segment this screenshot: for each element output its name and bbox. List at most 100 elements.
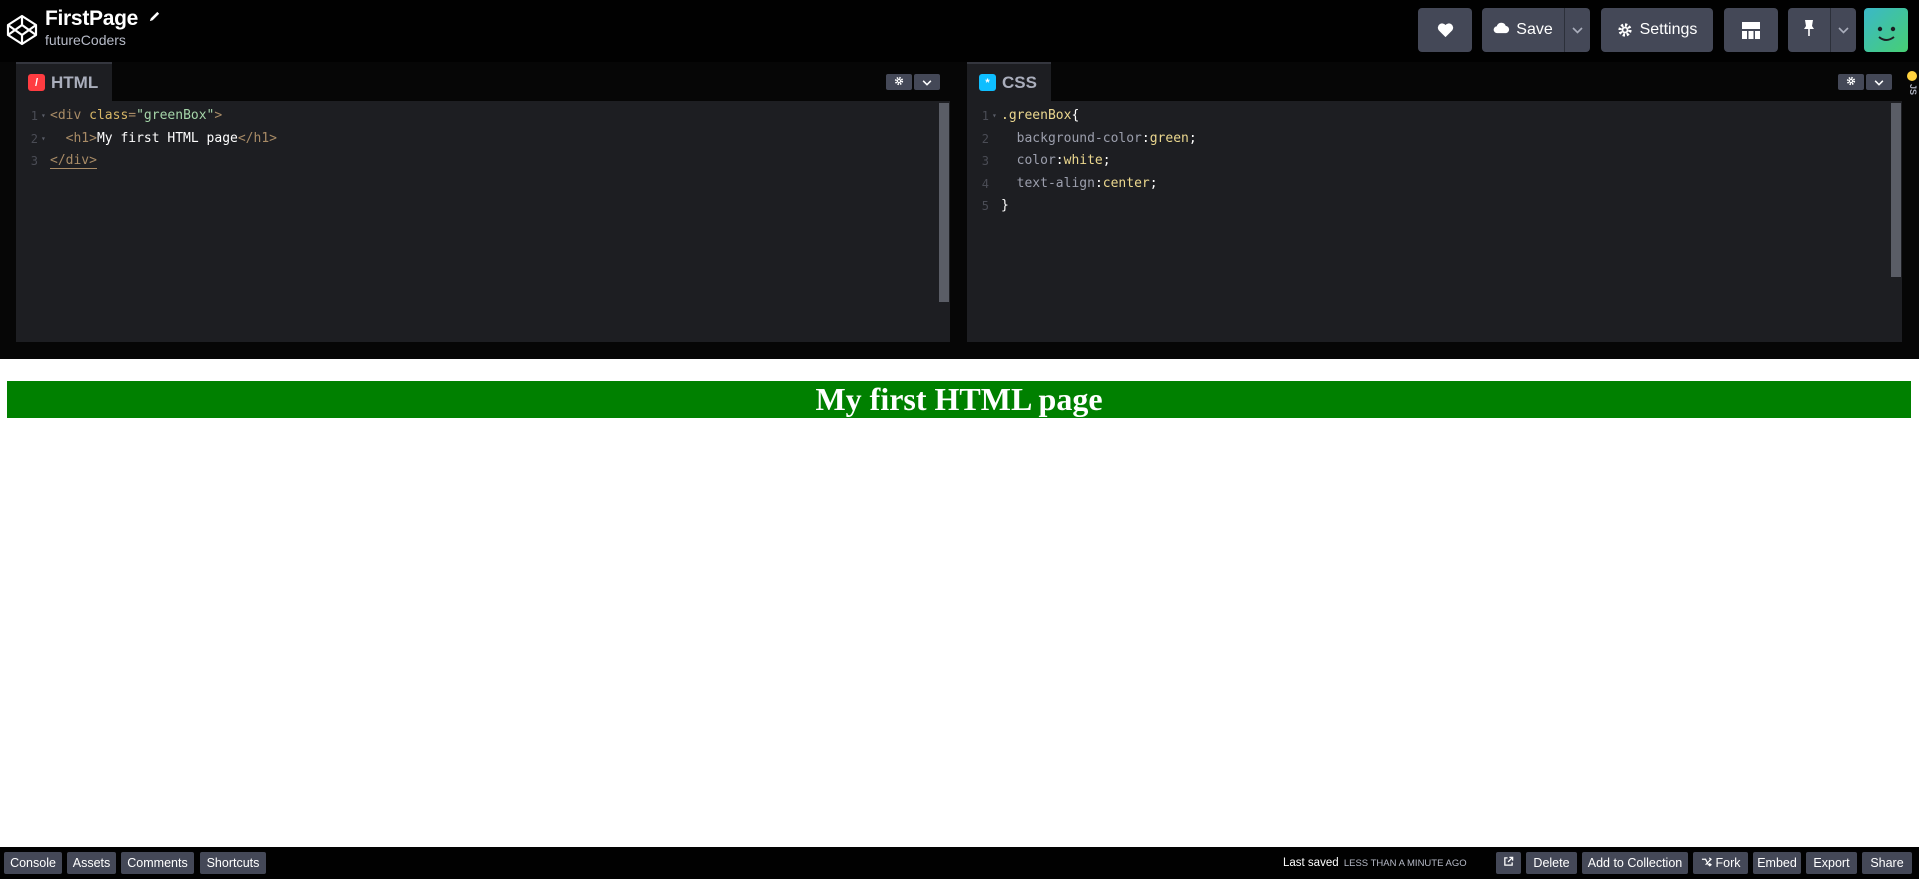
pin-button-group — [1788, 8, 1856, 52]
preview-green-box: My first HTML page — [7, 381, 1911, 418]
console-button[interactable]: Console — [4, 852, 62, 874]
fork-button[interactable]: Fork — [1693, 852, 1748, 874]
code-token: : — [1141, 130, 1150, 146]
username[interactable]: futureCoders — [45, 32, 161, 48]
delete-button[interactable]: Delete — [1526, 852, 1577, 874]
code-line[interactable]: 3 color:white; — [967, 150, 1902, 172]
save-button[interactable]: Save — [1482, 8, 1564, 52]
html-tab-label: HTML — [51, 72, 99, 92]
code-token: white — [1063, 153, 1103, 168]
code-token: = — [128, 108, 137, 123]
shortcuts-button[interactable]: Shortcuts — [200, 852, 266, 874]
code-token: ; — [1102, 153, 1111, 168]
code-text: text-align:center; — [1001, 173, 1158, 195]
top-bar: FirstPage futureCoders Save Settings — [0, 0, 1919, 62]
assets-button[interactable]: Assets — [67, 852, 116, 874]
code-token: color — [1016, 153, 1056, 168]
bottom-bar: Console Assets Comments Shortcuts Last s… — [0, 847, 1919, 879]
chevron-down-icon — [1572, 21, 1583, 39]
code-line[interactable]: 5} — [967, 195, 1902, 217]
code-token: : — [1055, 153, 1064, 168]
code-token: class — [89, 108, 129, 123]
html-editor-pane: / HTML 1 ▾ <div class="greenBox"> 2 ▾ <h1>My… — [16, 62, 950, 342]
line-number: 2 — [981, 131, 989, 146]
code-token: ; — [1149, 175, 1158, 191]
layout-icon — [1742, 21, 1760, 39]
html-code-area[interactable]: 1 ▾ <div class="greenBox"> 2 ▾ <h1>My first … — [16, 101, 950, 342]
fold-arrow-icon[interactable]: ▾ — [41, 105, 46, 127]
html-settings-button[interactable] — [886, 74, 912, 90]
code-token: background-color — [1016, 130, 1142, 146]
code-token: > — [214, 108, 223, 123]
fold-arrow-icon[interactable]: ▾ — [41, 128, 46, 150]
line-number: 1 — [981, 109, 989, 123]
code-line[interactable]: 2 ▾ <h1>My first HTML page</h1> — [16, 128, 950, 150]
code-token: <h1> — [65, 130, 97, 146]
code-line[interactable]: 1 ▾ .greenBox{ — [967, 105, 1902, 127]
pin-options-dropdown[interactable] — [1830, 8, 1856, 52]
line-number: 2 — [30, 131, 38, 146]
codepen-logo-icon[interactable] — [6, 14, 38, 46]
embed-button[interactable]: Embed — [1753, 852, 1801, 874]
code-token: green — [1149, 130, 1189, 146]
code-text: background-color:green; — [1001, 128, 1197, 150]
user-avatar[interactable] — [1864, 8, 1908, 52]
js-editor-collapsed[interactable]: JS — [1905, 62, 1919, 342]
code-token: </div> — [50, 153, 97, 169]
css-code-area[interactable]: 1 ▾ .greenBox{2 background-color:green; 3 c… — [967, 101, 1902, 342]
save-options-dropdown[interactable] — [1564, 8, 1590, 52]
code-line[interactable]: 3 </div> — [16, 150, 950, 172]
code-line[interactable]: 2 background-color:green; — [967, 128, 1902, 150]
settings-label: Settings — [1639, 21, 1698, 38]
code-text: </div> — [50, 150, 97, 172]
line-number: 4 — [981, 176, 989, 191]
css-scrollbar-thumb[interactable] — [1891, 103, 1901, 277]
code-token: { — [1071, 108, 1080, 123]
export-button[interactable]: Export — [1806, 852, 1857, 874]
last-saved-time: LESS THAN A MINUTE AGO — [1343, 858, 1467, 869]
html-collapse-button[interactable] — [914, 74, 940, 90]
pen-title[interactable]: FirstPage — [45, 7, 138, 30]
open-in-new-window-button[interactable] — [1496, 852, 1521, 874]
heart-icon — [1437, 22, 1454, 38]
html-editor-header: / HTML — [16, 62, 950, 101]
cloud-icon — [1493, 21, 1510, 39]
chevron-down-icon — [1838, 21, 1849, 39]
code-line[interactable]: 4 text-align:center; — [967, 173, 1902, 195]
code-token: text-align — [1016, 175, 1095, 191]
tab-css[interactable]: * CSS — [967, 62, 1051, 101]
pin-button[interactable] — [1788, 8, 1830, 52]
gear-icon — [1846, 73, 1856, 91]
line-number: 3 — [30, 154, 38, 168]
save-label: Save — [1516, 21, 1553, 38]
css-settings-button[interactable] — [1838, 74, 1864, 90]
comments-button[interactable]: Comments — [121, 852, 194, 874]
layout-button[interactable] — [1724, 8, 1778, 52]
css-editor-pane: * CSS 1 ▾ .greenBox{2 background-color:gre… — [967, 62, 1902, 342]
js-tab-label: JS — [1908, 84, 1918, 96]
css-collapse-button[interactable] — [1866, 74, 1892, 90]
code-line[interactable]: 1 ▾ <div class="greenBox"> — [16, 105, 950, 127]
gear-icon — [1617, 22, 1633, 38]
external-link-icon — [1503, 856, 1514, 870]
html-editor-controls — [886, 74, 940, 90]
last-saved-status: Last saved LESS THAN A MINUTE AGO — [1283, 857, 1467, 869]
css-scrollbar[interactable] — [1890, 101, 1902, 342]
save-button-group: Save — [1482, 8, 1590, 52]
like-button[interactable] — [1418, 8, 1472, 52]
fold-arrow-icon[interactable]: ▾ — [992, 105, 997, 127]
code-token: <div — [50, 108, 90, 123]
css-icon: * — [979, 74, 996, 91]
preview-resize-handle[interactable] — [0, 342, 1919, 359]
pencil-icon[interactable] — [148, 10, 161, 28]
settings-button[interactable]: Settings — [1601, 8, 1713, 52]
js-icon — [1907, 71, 1917, 81]
pen-title-area: FirstPage futureCoders — [45, 7, 161, 48]
tab-html[interactable]: / HTML — [16, 62, 113, 101]
editor-panels: / HTML 1 ▾ <div class="greenBox"> 2 ▾ <h1>My… — [0, 62, 1919, 342]
share-button[interactable]: Share — [1862, 852, 1912, 874]
code-text: } — [1001, 195, 1009, 217]
code-token: } — [1001, 198, 1009, 213]
line-number: 5 — [981, 199, 989, 213]
add-to-collection-button[interactable]: Add to Collection — [1582, 852, 1688, 874]
